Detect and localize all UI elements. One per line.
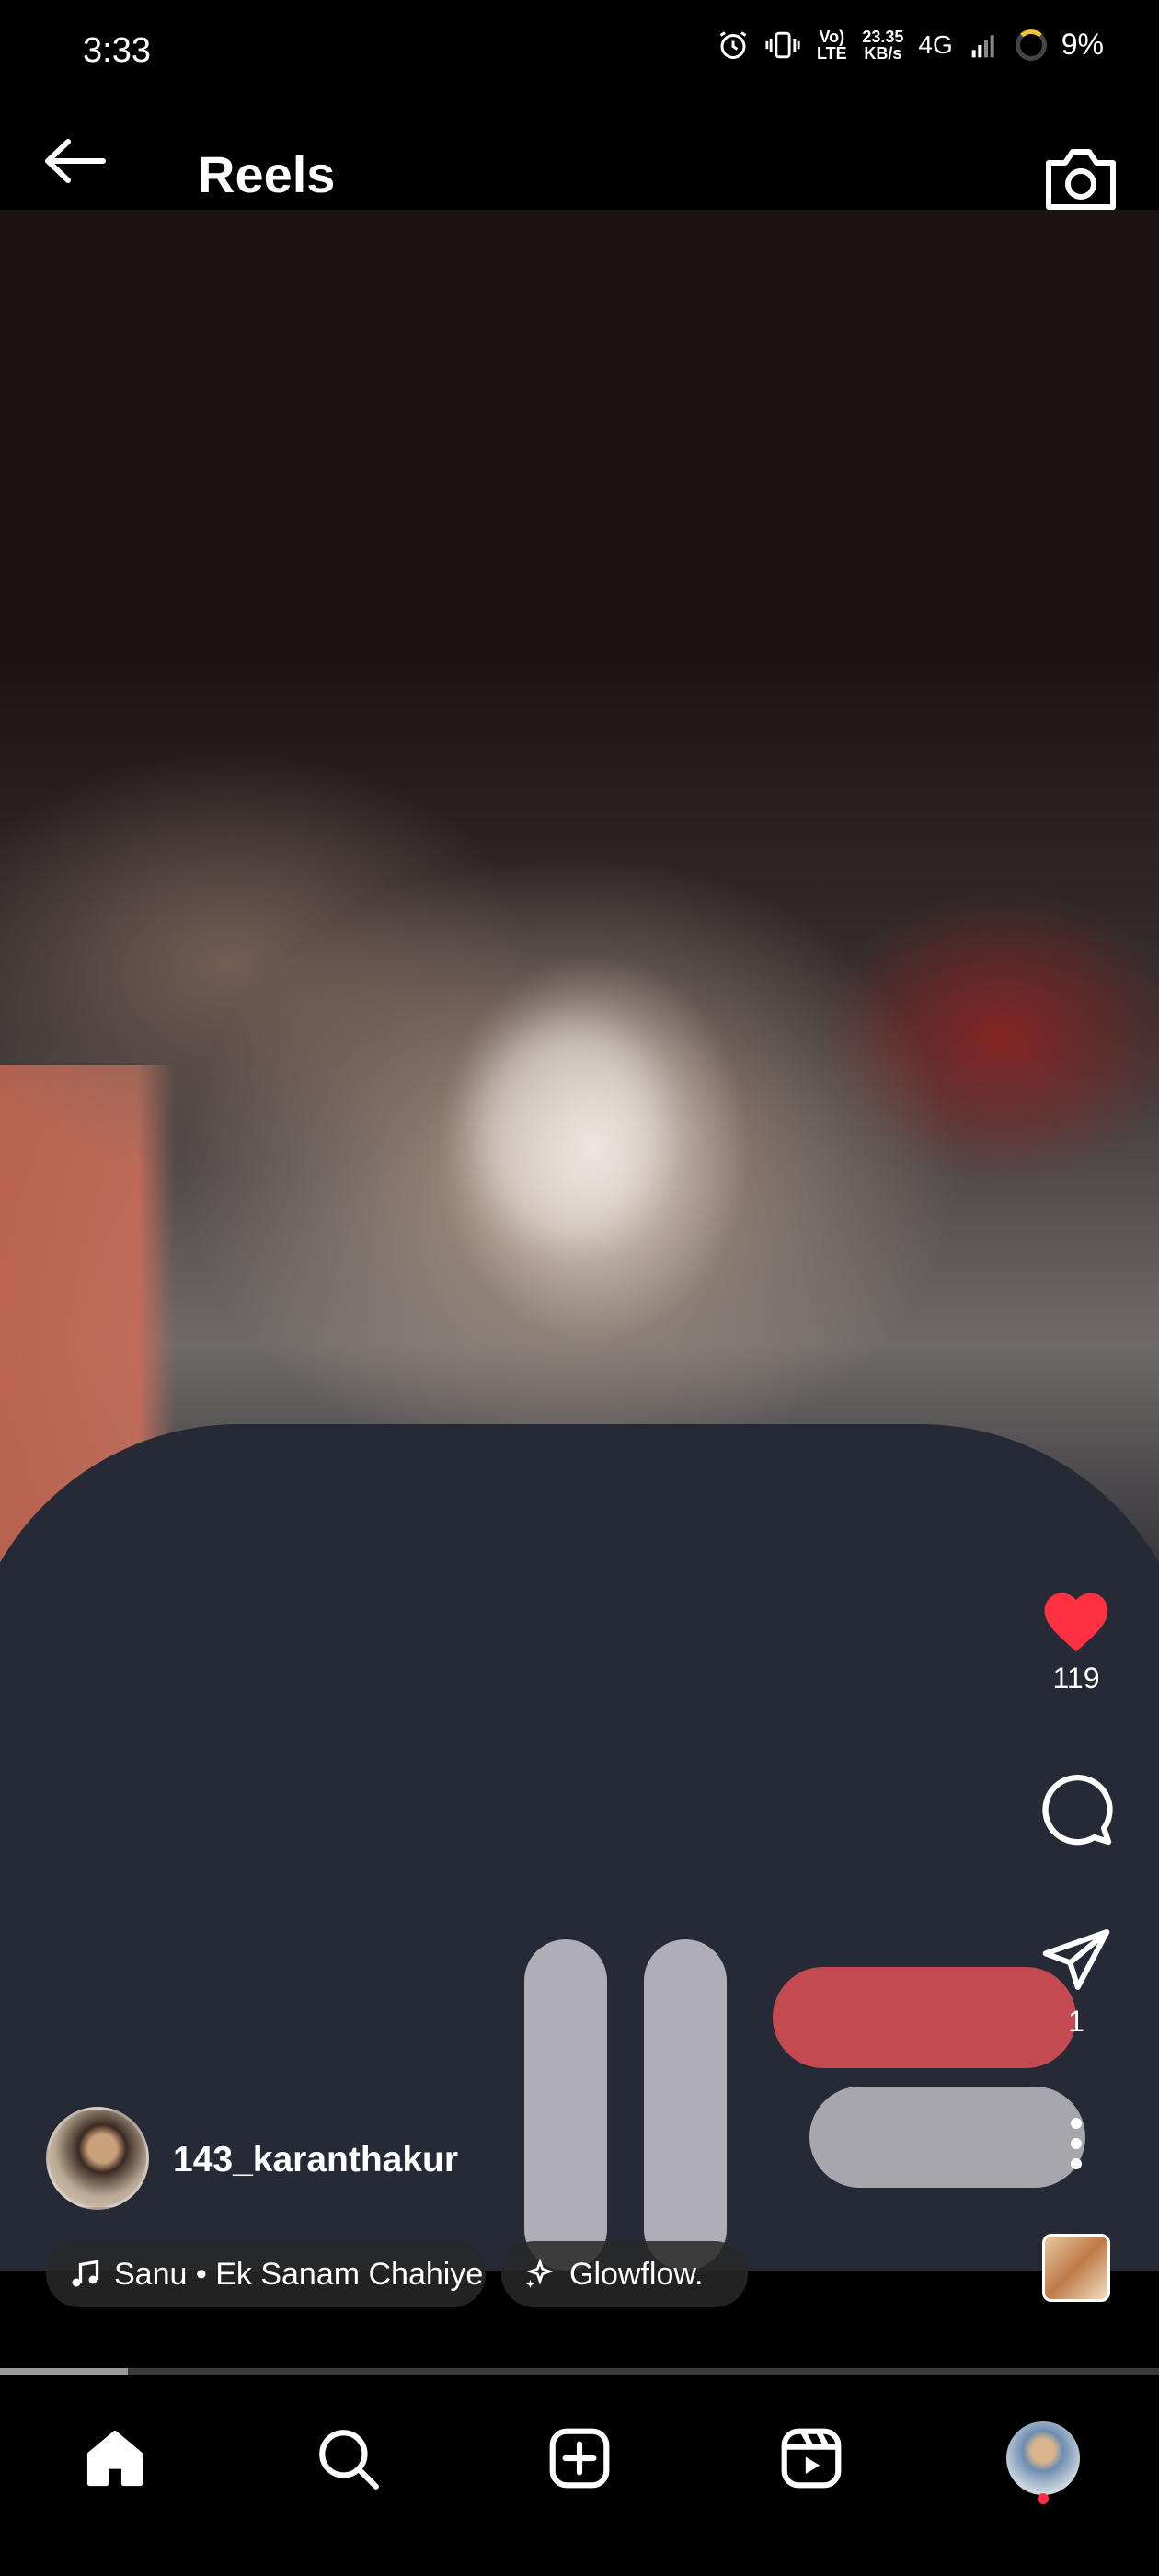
video-frame-detail: [478, 1019, 662, 1240]
video-frame-detail: [644, 1939, 727, 2271]
more-vertical-icon: [1071, 2118, 1082, 2169]
network-speed-value: 23.35: [862, 27, 904, 46]
battery-level: 9%: [1061, 28, 1104, 61]
reel-video[interactable]: [0, 210, 1159, 2271]
share-count: 1: [1068, 2005, 1084, 2038]
profile-avatar: [1006, 2421, 1080, 2495]
back-button[interactable]: [37, 129, 120, 193]
audio-thumbnail[interactable]: [1042, 2234, 1110, 2302]
bottom-navigation: [0, 2375, 1159, 2576]
signal-icon: [971, 34, 994, 57]
camera-icon: [1046, 149, 1116, 210]
nav-profile[interactable]: [997, 2412, 1089, 2504]
network-type: 4G: [918, 29, 953, 59]
network-speed-unit: KB/s: [864, 43, 902, 63]
arrow-left-icon: [45, 139, 106, 183]
heart-icon: [1044, 1593, 1108, 1652]
status-time: 3:33: [83, 31, 151, 70]
network-speed: 23.35 KB/s: [862, 29, 903, 62]
audio-chip[interactable]: Sanu • Ek Sanam Chahiye: [46, 2241, 486, 2307]
video-progress-bar[interactable]: [0, 2368, 1159, 2375]
camera-button[interactable]: [1039, 143, 1122, 216]
reels-header: Reels: [0, 106, 1159, 212]
page-title: Reels: [198, 145, 336, 203]
battery-icon: [1015, 29, 1047, 61]
share-button[interactable]: 1: [1030, 1923, 1122, 2039]
sparkles-icon: [526, 2258, 554, 2288]
nav-search[interactable]: [302, 2412, 394, 2504]
audio-title: Sanu • Ek Sanam Chahiye: [114, 2256, 484, 2292]
like-count: 119: [1052, 1662, 1100, 1695]
effect-chip[interactable]: Glowflow.: [501, 2241, 748, 2307]
status-icons: Vo) LTE 23.35 KB/s 4G 9%: [717, 28, 1104, 62]
like-button[interactable]: 119: [1030, 1587, 1122, 1696]
author-username[interactable]: 143_karanthakur: [173, 2140, 458, 2180]
comment-icon: [1042, 1775, 1113, 1846]
vibrate-icon: [765, 31, 800, 58]
effect-name: Glowflow.: [569, 2256, 704, 2292]
video-frame-detail: [524, 1939, 607, 2271]
status-bar: 3:33 Vo) LTE 23.35 KB/s 4G 9%: [0, 0, 1159, 106]
create-icon: [549, 2428, 610, 2489]
send-icon: [1042, 1929, 1110, 1990]
video-progress-fill: [0, 2368, 128, 2375]
nav-create[interactable]: [534, 2412, 625, 2504]
reels-icon: [781, 2428, 842, 2489]
nav-home[interactable]: [69, 2412, 161, 2504]
volte-indicator: Vo) LTE: [817, 27, 847, 63]
home-icon: [86, 2430, 143, 2487]
author-avatar[interactable]: [46, 2107, 149, 2210]
search-icon: [319, 2430, 379, 2490]
more-options-button[interactable]: [1030, 2116, 1122, 2176]
nav-reels[interactable]: [765, 2412, 857, 2504]
music-note-icon: [72, 2260, 99, 2287]
comment-button[interactable]: [1030, 1771, 1122, 1853]
notification-dot: [1038, 2493, 1049, 2504]
alarm-icon: [720, 30, 747, 59]
